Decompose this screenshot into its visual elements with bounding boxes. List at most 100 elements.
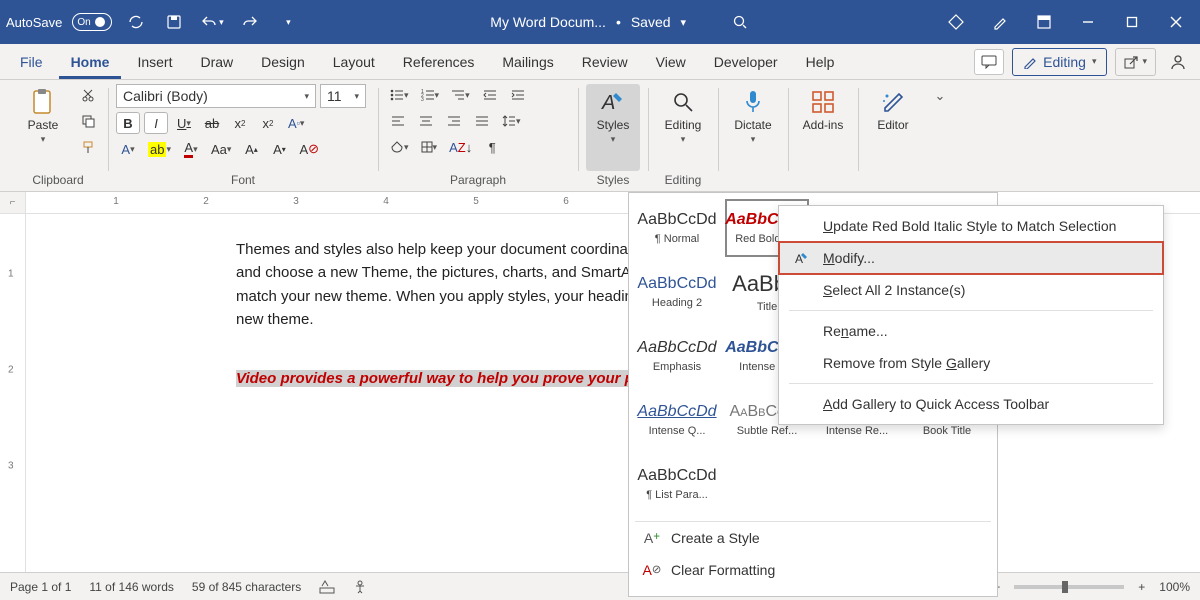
font-size-combo[interactable]: 11▾ bbox=[320, 84, 366, 108]
align-right-button[interactable] bbox=[442, 110, 466, 132]
ctx-update-style[interactable]: Update Red Bold Italic Style to Match Se… bbox=[779, 210, 1163, 242]
strikethrough-button[interactable]: ab bbox=[200, 112, 224, 134]
style-cell[interactable]: AaBbCcDd¶ Normal bbox=[635, 199, 719, 257]
maximize-button[interactable] bbox=[1118, 8, 1146, 36]
clear-formatting-button[interactable]: A⊘ bbox=[295, 138, 323, 160]
diamond-icon[interactable] bbox=[942, 8, 970, 36]
style-cell[interactable]: AaBbCcDdHeading 2 bbox=[635, 263, 719, 321]
ruler-corner: ⌐ bbox=[0, 192, 26, 214]
status-words[interactable]: 11 of 146 words bbox=[89, 580, 174, 594]
pen-icon[interactable] bbox=[986, 8, 1014, 36]
ctx-remove-from-gallery[interactable]: Remove from Style Gallery bbox=[779, 347, 1163, 379]
zoom-level[interactable]: 100% bbox=[1159, 580, 1190, 594]
ctx-add-to-qat[interactable]: Add Gallery to Quick Access Toolbar bbox=[779, 388, 1163, 420]
group-font: Calibri (Body)▾ 11▾ B I U▾ ab x2 x2 A▫▾ … bbox=[108, 82, 378, 191]
text-effects-button[interactable]: A▫▾ bbox=[284, 112, 308, 134]
numbering-button[interactable]: 123▾ bbox=[417, 84, 444, 106]
multilevel-list-button[interactable]: ▾ bbox=[447, 84, 474, 106]
italic-button[interactable]: I bbox=[144, 112, 168, 134]
tab-file[interactable]: File bbox=[8, 44, 55, 79]
style-cell[interactable]: AaBbCcDdEmphasis bbox=[635, 327, 719, 385]
zoom-in-button[interactable]: + bbox=[1138, 580, 1145, 594]
underline-button[interactable]: U▾ bbox=[172, 112, 196, 134]
undo-button[interactable]: ▾ bbox=[198, 8, 226, 36]
cut-button[interactable] bbox=[76, 84, 100, 106]
grow-font-button[interactable]: A▴ bbox=[239, 138, 263, 160]
editing-group-button[interactable]: Editing▾ bbox=[656, 84, 710, 171]
style-cell[interactable]: AaBbCcDd¶ List Para... bbox=[635, 455, 719, 513]
comments-button[interactable] bbox=[974, 49, 1004, 75]
tab-draw[interactable]: Draw bbox=[188, 44, 245, 79]
styles-button[interactable]: A Styles▾ bbox=[586, 84, 640, 171]
status-page[interactable]: Page 1 of 1 bbox=[10, 580, 71, 594]
status-chars[interactable]: 59 of 845 characters bbox=[192, 580, 301, 594]
decrease-indent-button[interactable] bbox=[478, 84, 502, 106]
create-style-button[interactable]: A+ Create a Style bbox=[635, 522, 991, 554]
line-spacing-button[interactable]: ▾ bbox=[498, 110, 525, 132]
tab-review[interactable]: Review bbox=[570, 44, 640, 79]
format-painter-button[interactable] bbox=[76, 136, 100, 158]
change-case-button[interactable]: Aa▾ bbox=[207, 138, 235, 160]
paste-button[interactable]: Paste ▾ bbox=[16, 84, 70, 171]
tab-insert[interactable]: Insert bbox=[125, 44, 184, 79]
clear-formatting-button[interactable]: A⊘ Clear Formatting bbox=[635, 554, 991, 586]
editing-mode-button[interactable]: Editing ▾ bbox=[1012, 48, 1107, 76]
group-editing: Editing▾ Editing bbox=[648, 82, 718, 191]
highlight-button[interactable]: ab▾ bbox=[144, 138, 175, 160]
shrink-font-button[interactable]: A▾ bbox=[267, 138, 291, 160]
chevron-down-icon[interactable]: ▾ bbox=[681, 16, 687, 29]
tab-references[interactable]: References bbox=[391, 44, 487, 79]
addins-button[interactable]: Add-ins bbox=[796, 84, 850, 171]
tab-mailings[interactable]: Mailings bbox=[490, 44, 565, 79]
shading-button[interactable]: ▾ bbox=[386, 136, 413, 158]
tab-view[interactable]: View bbox=[644, 44, 698, 79]
bold-button[interactable]: B bbox=[116, 112, 140, 134]
editor-button[interactable]: Editor bbox=[866, 84, 920, 171]
tab-layout[interactable]: Layout bbox=[321, 44, 387, 79]
tab-design[interactable]: Design bbox=[249, 44, 317, 79]
copy-button[interactable] bbox=[76, 110, 100, 132]
show-hide-button[interactable]: ¶ bbox=[480, 136, 504, 158]
separator bbox=[789, 383, 1153, 384]
accessibility-icon[interactable] bbox=[353, 580, 367, 594]
style-cell[interactable]: AaBbCcDdIntense Q... bbox=[635, 391, 719, 449]
collapse-ribbon-button[interactable]: ⌄ bbox=[928, 82, 952, 191]
paragraph-text-selected[interactable]: Video provides a powerful way to help yo… bbox=[236, 370, 666, 387]
zoom-slider[interactable] bbox=[1014, 585, 1124, 589]
minimize-button[interactable] bbox=[1074, 8, 1102, 36]
ctx-rename-style[interactable]: Rename... bbox=[779, 315, 1163, 347]
redo-button[interactable] bbox=[236, 8, 264, 36]
save-icon[interactable] bbox=[160, 8, 188, 36]
superscript-button[interactable]: x2 bbox=[256, 112, 280, 134]
search-button[interactable] bbox=[726, 8, 754, 36]
subscript-button[interactable]: x2 bbox=[228, 112, 252, 134]
ctx-modify-style[interactable]: A Modify... bbox=[779, 242, 1163, 274]
vertical-ruler[interactable]: 123 bbox=[0, 214, 26, 572]
share-button[interactable]: ▾ bbox=[1115, 48, 1156, 76]
tab-home[interactable]: Home bbox=[59, 44, 122, 79]
tab-developer[interactable]: Developer bbox=[702, 44, 790, 79]
svg-text:3: 3 bbox=[421, 97, 424, 101]
group-addins: Add-ins . bbox=[788, 82, 858, 191]
autosave-toggle[interactable]: On bbox=[72, 13, 112, 31]
spellcheck-icon[interactable] bbox=[319, 580, 335, 594]
align-left-button[interactable] bbox=[386, 110, 410, 132]
ctx-select-all-instances[interactable]: Select All 2 Instance(s) bbox=[779, 274, 1163, 306]
text-fill-button[interactable]: A▾ bbox=[116, 138, 140, 160]
ribbon-display-icon[interactable] bbox=[1030, 8, 1058, 36]
bullets-button[interactable]: ▾ bbox=[386, 84, 413, 106]
account-icon[interactable] bbox=[1164, 48, 1192, 76]
font-name-combo[interactable]: Calibri (Body)▾ bbox=[116, 84, 316, 108]
font-color-button[interactable]: A▾ bbox=[179, 138, 203, 160]
dictate-button[interactable]: Dictate▾ bbox=[726, 84, 780, 171]
tab-help[interactable]: Help bbox=[794, 44, 847, 79]
justify-button[interactable] bbox=[470, 110, 494, 132]
align-center-button[interactable] bbox=[414, 110, 438, 132]
close-button[interactable] bbox=[1162, 8, 1190, 36]
qat-overflow[interactable]: ▾ bbox=[274, 8, 302, 36]
increase-indent-button[interactable] bbox=[506, 84, 530, 106]
borders-button[interactable]: ▾ bbox=[417, 136, 442, 158]
create-style-icon: A+ bbox=[643, 530, 661, 546]
sort-button[interactable]: AZ↓ bbox=[445, 136, 476, 158]
sync-icon[interactable] bbox=[122, 8, 150, 36]
